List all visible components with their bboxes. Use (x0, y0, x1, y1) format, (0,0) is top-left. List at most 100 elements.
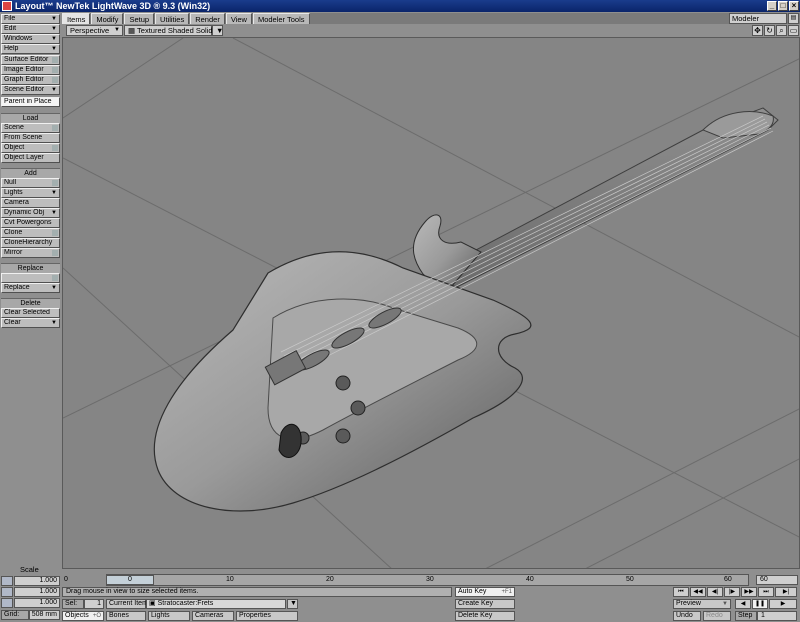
bones-mode-button[interactable]: Bones (106, 611, 146, 621)
next-frame-icon[interactable]: |▶ (724, 587, 740, 597)
load-scene-label: Scene (4, 124, 24, 131)
shading-dropdown-arrow[interactable]: ▼ (212, 25, 223, 36)
surface-editor-label: Surface Editor (4, 56, 49, 63)
delete-key-button[interactable]: Delete Key (455, 611, 515, 621)
chevron-down-icon: ▼ (290, 600, 297, 607)
move-view-icon[interactable]: ✥ (752, 25, 763, 36)
tick-label: 40 (526, 576, 534, 583)
redo-button[interactable]: Redo (703, 611, 731, 621)
scale-x-field[interactable]: 1.000 (14, 576, 60, 586)
app-icon (2, 1, 12, 11)
auto-key-toggle[interactable]: Auto Key +F1 (455, 587, 515, 597)
view-mode-label: Perspective (70, 26, 110, 35)
prev-key-icon[interactable]: ◀◀ (690, 587, 706, 597)
preview-label: Preview (676, 600, 701, 607)
tab-items[interactable]: Items (62, 13, 91, 24)
add-lights-menu[interactable]: Lights ▼ (1, 188, 60, 198)
prev-frame-icon[interactable]: ◀| (707, 587, 723, 597)
objects-label: Objects (65, 612, 89, 619)
add-lights-label: Lights (4, 189, 23, 196)
help-menu-label: Help (4, 45, 19, 52)
step-field[interactable]: 1 (757, 611, 797, 621)
load-object-layer-button[interactable]: Object Layer (1, 153, 60, 163)
minimize-icon[interactable]: _ (767, 1, 777, 11)
tab-modeler-tools[interactable]: Modeler Tools (252, 13, 310, 24)
image-editor-button[interactable]: Image Editor (1, 65, 60, 75)
first-frame-icon[interactable]: ⏮ (673, 587, 689, 597)
rotate-view-icon[interactable]: ↻ (764, 25, 775, 36)
frame-slider[interactable]: 0 0 10 20 30 40 50 60 (62, 574, 754, 587)
scale-y-field[interactable]: 1.000 (14, 587, 60, 597)
hotkey-icon (52, 145, 58, 151)
sel-label: Sel: (62, 599, 84, 609)
tab-setup[interactable]: Setup (124, 13, 155, 24)
z-axis-lock-icon[interactable] (1, 598, 13, 608)
preview-menu[interactable]: Preview ▼ (673, 599, 731, 609)
maximize-view-icon[interactable]: ▭ (788, 25, 799, 36)
help-menu[interactable]: Help ▼ (1, 44, 60, 54)
modeler-menu-icon[interactable]: ▤ (788, 13, 799, 24)
scene-editor-button[interactable]: Scene Editor ▼ (1, 85, 60, 95)
frame-slider-thumb[interactable]: 0 (106, 575, 154, 585)
tab-modify[interactable]: Modify (91, 13, 124, 24)
cvt-powergons-button[interactable]: Cvt Powergons (1, 218, 60, 228)
frame-end-field[interactable]: 60 (756, 575, 798, 585)
perspective-viewport[interactable] (62, 37, 800, 569)
current-item-value: Stratocaster:Frets (157, 600, 214, 607)
maximize-icon[interactable]: □ (778, 1, 788, 11)
grid-size-field[interactable]: 508 mm (29, 610, 60, 620)
hotkey-icon (52, 275, 58, 281)
clone-button[interactable]: Clone (1, 228, 60, 238)
edit-menu[interactable]: Edit ▼ (1, 24, 60, 34)
load-from-scene-button[interactable]: From Scene (1, 133, 60, 143)
pause-icon[interactable]: ❚❚ (752, 599, 768, 609)
lights-mode-button[interactable]: Lights (148, 611, 190, 621)
close-icon[interactable]: × (789, 1, 799, 11)
tab-utilities[interactable]: Utilities (155, 13, 190, 24)
clear-menu[interactable]: Clear ▼ (1, 318, 60, 328)
surface-editor-button[interactable]: Surface Editor (1, 55, 60, 65)
play-forward-icon[interactable]: ▶| (775, 587, 797, 597)
y-axis-lock-icon[interactable] (1, 587, 13, 597)
hotkey-icon (52, 67, 58, 73)
graph-editor-button[interactable]: Graph Editor (1, 75, 60, 85)
frame-start-field[interactable]: 0 (64, 576, 68, 583)
windows-menu[interactable]: Windows ▼ (1, 34, 60, 44)
view-mode-select[interactable]: Perspective ▼ (66, 25, 123, 36)
scale-z-field[interactable]: 1.000 (14, 598, 60, 608)
file-menu[interactable]: File ▼ (1, 14, 60, 24)
shading-mode-select[interactable]: ▦ Textured Shaded Solid (124, 25, 213, 36)
x-axis-lock-icon[interactable] (1, 576, 13, 586)
load-object-button[interactable]: Object (1, 143, 60, 153)
last-frame-icon[interactable]: ⏭ (758, 587, 774, 597)
load-scene-button[interactable]: Scene (1, 123, 60, 133)
clear-selected-button[interactable]: Clear Selected (1, 308, 60, 318)
replace-menu[interactable]: Replace ▼ (1, 283, 60, 293)
current-item-select[interactable]: ▣ Stratocaster:Frets (146, 599, 286, 609)
tab-bar: Items Modify Setup Utilities Render View… (62, 13, 800, 24)
current-item-dropdown[interactable]: ▼ (287, 599, 298, 609)
add-null-button[interactable]: Null (1, 178, 60, 188)
clone-hierarchy-button[interactable]: CloneHierarchy (1, 238, 60, 248)
undo-button[interactable]: Undo (673, 611, 701, 621)
next-key-icon[interactable]: ▶▶ (741, 587, 757, 597)
tab-view[interactable]: View (225, 13, 252, 24)
parent-in-place-toggle[interactable]: Parent in Place (1, 97, 60, 107)
create-key-button[interactable]: Create Key (455, 599, 515, 609)
play-reverse-icon[interactable]: ◀ (735, 599, 751, 609)
hotkey-icon (52, 125, 58, 131)
objects-mode-button[interactable]: Objects +O (62, 611, 104, 621)
modeler-select[interactable]: Modeler (729, 13, 787, 24)
properties-button[interactable]: Properties (236, 611, 298, 621)
cameras-mode-button[interactable]: Cameras (192, 611, 234, 621)
add-header: Add (1, 168, 60, 178)
play-icon[interactable]: ▶ (769, 599, 797, 609)
zoom-view-icon[interactable]: ⌕ (776, 25, 787, 36)
replace-disabled-button[interactable] (1, 273, 60, 283)
scene-editor-label: Scene Editor (4, 86, 45, 93)
add-camera-button[interactable]: Camera (1, 198, 60, 208)
mirror-button[interactable]: Mirror (1, 248, 60, 258)
add-dynamic-obj-menu[interactable]: Dynamic Obj ▼ (1, 208, 60, 218)
auto-key-label: Auto Key (458, 588, 487, 595)
tab-render[interactable]: Render (190, 13, 225, 24)
